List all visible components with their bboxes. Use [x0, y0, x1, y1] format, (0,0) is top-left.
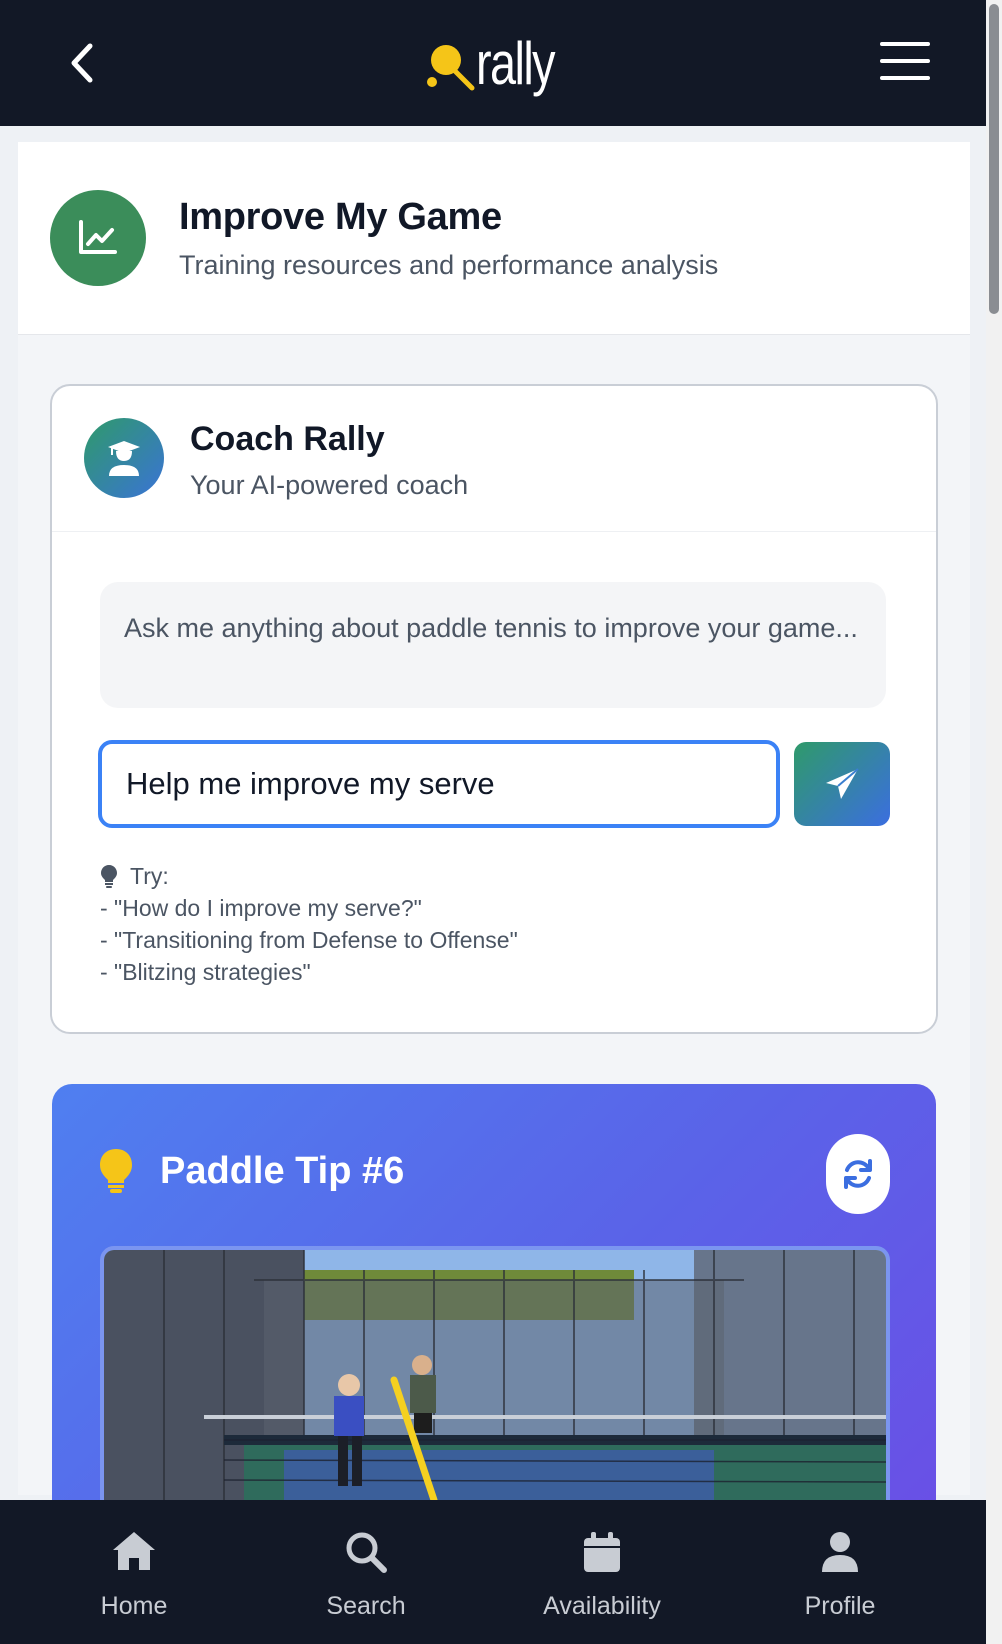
menu-line-icon — [880, 42, 930, 46]
coach-title: Coach Rally — [190, 420, 385, 458]
logo-text: rally — [476, 30, 556, 97]
top-bar: rally — [0, 0, 986, 126]
user-icon — [822, 1532, 858, 1572]
paper-plane-icon — [826, 768, 859, 799]
graduate-avatar-icon — [84, 418, 164, 498]
send-button[interactable] — [794, 742, 890, 826]
lightbulb-icon — [100, 1149, 132, 1193]
coach-rally-card: Coach Rally Your AI-powered coach Ask me… — [50, 384, 938, 1034]
page-header-card: Improve My Game Training resources and p… — [18, 142, 970, 335]
page-subtitle: Training resources and performance analy… — [179, 250, 719, 280]
nav-availability[interactable]: Availability — [502, 1500, 702, 1644]
court-photo-illustration — [104, 1250, 886, 1534]
suggestion-item[interactable]: - "Transitioning from Defense to Offense… — [100, 924, 518, 956]
nav-availability-label: Availability — [543, 1592, 661, 1620]
home-icon — [113, 1532, 155, 1570]
back-button[interactable] — [62, 38, 102, 88]
coach-question-input[interactable] — [98, 740, 780, 828]
nav-home[interactable]: Home — [34, 1500, 234, 1644]
nav-search[interactable]: Search — [266, 1500, 466, 1644]
scrollbar-thumb[interactable] — [989, 4, 999, 314]
tip-title: Paddle Tip #6 — [160, 1150, 405, 1192]
calendar-icon — [584, 1532, 620, 1572]
tips-label: Try: — [130, 863, 169, 889]
page-title: Improve My Game — [179, 196, 502, 238]
refresh-tip-button[interactable] — [826, 1134, 890, 1214]
nav-search-label: Search — [326, 1592, 406, 1620]
menu-button[interactable] — [880, 42, 930, 82]
chart-line-icon — [50, 190, 146, 286]
lightbulb-icon — [101, 865, 117, 888]
paddle-logo-icon — [427, 45, 475, 91]
nav-profile-label: Profile — [804, 1592, 876, 1620]
page: rally Improve My Game Training resources… — [0, 0, 986, 1644]
menu-line-icon — [880, 76, 930, 80]
coach-header: Coach Rally Your AI-powered coach — [52, 386, 936, 532]
bottom-nav: Home Search Availability Profile — [0, 1500, 986, 1644]
search-icon — [346, 1532, 387, 1573]
coach-subtitle: Your AI-powered coach — [190, 470, 469, 500]
coach-prompt-message: Ask me anything about paddle tennis to i… — [100, 582, 886, 708]
paddle-court-photo — [100, 1246, 890, 1534]
chevron-left-icon — [71, 43, 93, 83]
nav-home-label: Home — [100, 1592, 168, 1620]
suggestion-item[interactable]: - "Blitzing strategies" — [100, 956, 518, 988]
suggestions-block: Try: - "How do I improve my serve?" - "T… — [100, 860, 518, 988]
paddle-tip-card: Paddle Tip #6 — [52, 1084, 936, 1534]
nav-profile[interactable]: Profile — [740, 1500, 940, 1644]
suggestion-item[interactable]: - "How do I improve my serve?" — [100, 892, 518, 924]
menu-line-icon — [880, 59, 930, 63]
refresh-icon — [844, 1159, 872, 1189]
rally-logo[interactable]: rally — [424, 28, 576, 100]
